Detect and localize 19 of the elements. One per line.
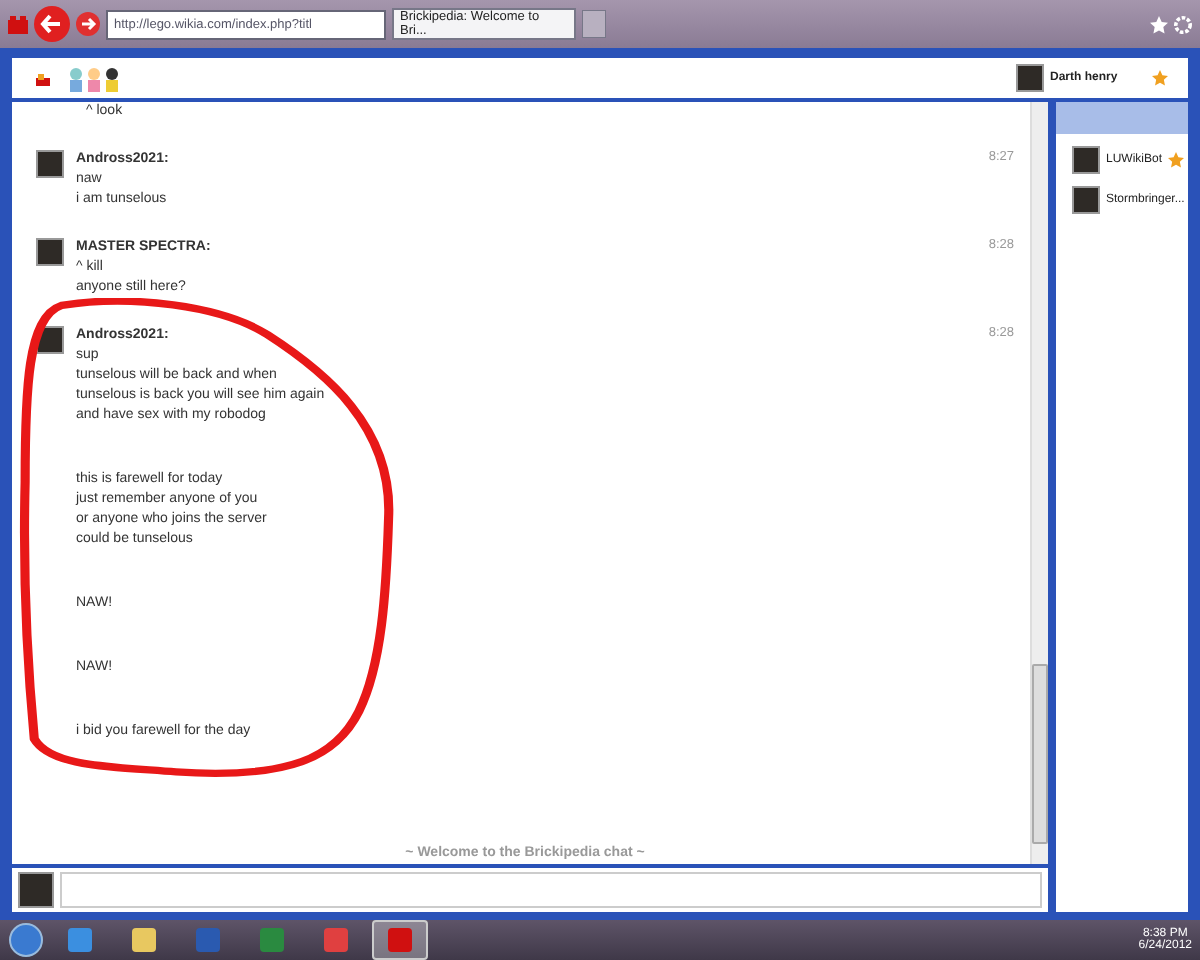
message-input[interactable] bbox=[60, 872, 1042, 908]
start-button[interactable] bbox=[8, 922, 44, 958]
user-avatar bbox=[1072, 146, 1100, 174]
user-avatar bbox=[1072, 186, 1100, 214]
star-icon bbox=[1168, 152, 1185, 168]
user-avatar bbox=[18, 872, 54, 908]
back-button[interactable] bbox=[34, 6, 70, 42]
taskbar-app-icon[interactable] bbox=[372, 920, 428, 960]
new-tab-button[interactable] bbox=[582, 10, 606, 38]
favorites-star-icon[interactable] bbox=[1150, 15, 1168, 33]
settings-icon[interactable] bbox=[1174, 15, 1192, 33]
star-icon bbox=[1152, 70, 1168, 86]
forward-button[interactable] bbox=[76, 12, 100, 36]
wiki-banner-drawing bbox=[1056, 102, 1188, 134]
user-avatar bbox=[36, 150, 64, 178]
scrollbar-thumb[interactable] bbox=[1032, 664, 1048, 844]
user-avatar bbox=[36, 238, 64, 266]
lego-brick-icon bbox=[8, 15, 28, 33]
avatar bbox=[1016, 64, 1044, 92]
